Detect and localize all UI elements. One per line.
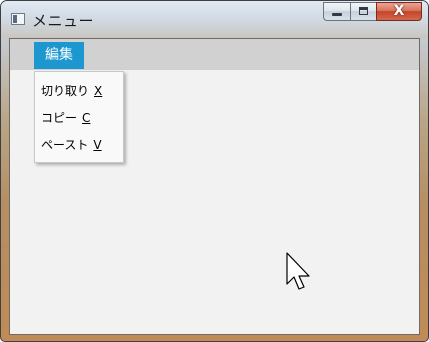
menu-item-copy[interactable]: コピー C <box>35 105 123 132</box>
caption-buttons: X <box>323 2 422 21</box>
close-button[interactable]: X <box>376 2 422 21</box>
minimize-icon <box>332 13 342 16</box>
menu-bar: 編集 <box>10 39 419 70</box>
menu-item-cut-accelerator: X <box>94 84 103 98</box>
arrow-cursor-icon <box>286 252 310 290</box>
window-title: メニュー <box>32 12 95 30</box>
menu-item-copy-accelerator: C <box>82 111 91 125</box>
menu-edit[interactable]: 編集 <box>34 42 84 69</box>
app-window-icon[interactable] <box>11 13 25 25</box>
menu-item-copy-label: コピー <box>41 111 78 125</box>
maximize-icon <box>359 7 368 15</box>
menu-item-cut[interactable]: 切り取り X <box>35 78 123 105</box>
menu-item-paste[interactable]: ペースト V <box>35 132 123 159</box>
maximize-button[interactable] <box>350 2 376 21</box>
application-window: メニュー X 編集 切り取り X コピー C ペースト V <box>0 0 429 342</box>
menu-item-paste-accelerator: V <box>93 138 102 152</box>
minimize-button[interactable] <box>323 2 350 21</box>
edit-dropdown-menu: 切り取り X コピー C ペースト V <box>34 71 124 163</box>
close-icon: X <box>393 3 405 19</box>
menu-item-paste-label: ペースト <box>41 138 89 152</box>
title-bar[interactable]: メニュー X <box>1 1 428 38</box>
menu-item-cut-label: 切り取り <box>41 84 90 98</box>
client-area: 編集 切り取り X コピー C ペースト V <box>9 38 420 335</box>
